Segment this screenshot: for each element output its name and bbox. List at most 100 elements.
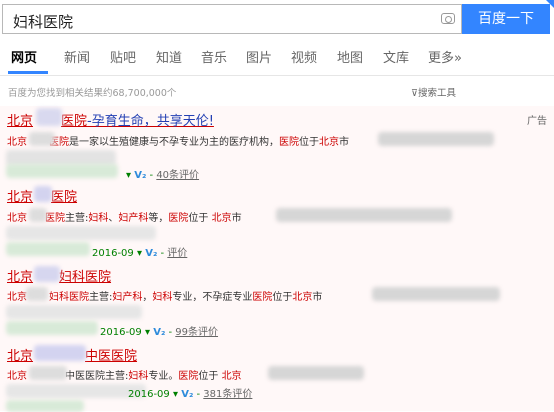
tab-wenku[interactable]: 文库 [383, 47, 409, 66]
result-date: 2016-09 [92, 248, 134, 259]
redaction-blur [6, 164, 118, 178]
snippet-part: 位于 [299, 137, 319, 148]
snippet-part: 妇科医院 [49, 292, 89, 303]
result-meta: 2016-09 ▾ V₂ - 99条评价 [100, 327, 219, 338]
result-title-part: 中医医院 [85, 349, 138, 364]
snippet-part: 位于 [272, 292, 293, 303]
snippet-part: 妇科 [152, 292, 173, 303]
result-snippet: 北京 医院是一家以生殖健康与不孕专业为主的医疗机构，医院位于北京市 [7, 133, 349, 148]
review-link[interactable]: 99条评价 [175, 327, 218, 338]
result-title-slogan: -孕育生命，共享天伦! [87, 114, 214, 129]
tab-zhidao[interactable]: 知道 [156, 47, 182, 66]
snippet-part: 主营: [65, 213, 89, 224]
snippet-part: 医院 [279, 137, 299, 148]
tab-music[interactable]: 音乐 [201, 47, 227, 66]
result-title-part: 妇科医院 [59, 270, 112, 285]
snippet-part: 医院 [45, 213, 65, 224]
tab-tieba[interactable]: 贴吧 [110, 47, 136, 66]
result-title-part: 医院 [61, 114, 88, 129]
snippet-part: 北京 [221, 371, 242, 382]
result-title-part: 北京 [7, 270, 34, 285]
snippet-part: 北京 [292, 292, 313, 303]
tab-more[interactable]: 更多» [428, 47, 462, 66]
snippet-part: 中医医院主营: [65, 371, 129, 382]
result-snippet: 北京 妇科医院主营:妇产科，妇科专业，不孕症专业医院位于北京市 [7, 288, 322, 303]
snippet-part: 北京 [7, 292, 27, 303]
snippet-part: 北京 [7, 213, 27, 224]
search-header: 妇科医院 百度一下 [0, 0, 554, 36]
snippet-part: 主营: [89, 292, 113, 303]
review-link[interactable]: 40条评价 [156, 170, 199, 181]
camera-icon[interactable] [441, 13, 455, 24]
result-meta: ▾ V₂ - 40条评价 [126, 170, 200, 181]
redaction-blur [34, 186, 52, 202]
search-tabs: 网页 新闻 贴吧 知道 音乐 图片 视频 地图 文库 更多» [0, 37, 554, 76]
snippet-part: 等， [148, 213, 169, 224]
snippet-part: 妇科 [88, 213, 109, 224]
snippet-part: 市 [231, 213, 242, 224]
caret-down-icon[interactable]: ▾ [173, 389, 178, 400]
search-tools-label: 搜索工具 [417, 88, 456, 99]
snippet-part: 是一家以生殖健康与不孕专业为主的医疗机构， [69, 137, 279, 148]
snippet-part: 、 [108, 213, 119, 224]
redaction-blur [34, 266, 60, 282]
snippet-part: 妇产科 [118, 213, 149, 224]
redaction-blur [29, 208, 47, 222]
redaction-blur [6, 384, 146, 398]
v2-badge-icon[interactable]: V₂ [134, 170, 146, 181]
v2-badge-icon[interactable]: V₂ [145, 248, 157, 259]
corner-decoration [546, 0, 554, 8]
caret-down-icon[interactable]: ▾ [126, 170, 131, 181]
snippet-part: 医院 [178, 371, 199, 382]
result-title-part: 北京 [7, 190, 34, 205]
redaction-blur [29, 366, 67, 380]
search-tools-button[interactable]: ⊽搜索工具 [411, 85, 456, 99]
result-date: 2016-09 [128, 389, 170, 400]
review-link[interactable]: 评价 [167, 248, 187, 259]
redaction-blur [36, 108, 62, 126]
redaction-blur [378, 132, 494, 146]
snippet-part: 医院 [252, 292, 273, 303]
snippet-part: 市 [312, 292, 323, 303]
tab-map[interactable]: 地图 [337, 47, 363, 66]
filter-icon: ⊽ [411, 88, 418, 99]
snippet-part: 北京 [211, 213, 232, 224]
review-link[interactable]: 381条评价 [203, 389, 252, 400]
search-input[interactable]: 妇科医院 [2, 4, 462, 34]
tab-video[interactable]: 视频 [291, 47, 317, 66]
caret-down-icon[interactable]: ▾ [137, 248, 142, 259]
redaction-blur [6, 242, 90, 256]
results-list: 广告 北京 医院-孕育生命，共享天伦! 北京 医院是一家以生殖健康与不孕专业为主的医… [0, 106, 554, 412]
snippet-part: 妇科 [128, 371, 149, 382]
snippet-part: 专业，不孕症专业 [172, 292, 253, 303]
result-date: 2016-09 [100, 327, 142, 338]
v2-badge-icon[interactable]: V₂ [181, 389, 193, 400]
result-title-part: 医院 [51, 190, 78, 205]
search-query-text: 妇科医院 [13, 13, 74, 31]
snippet-part: 市 [339, 137, 349, 148]
tab-web[interactable]: 网页 [11, 47, 37, 66]
redaction-blur [34, 345, 86, 361]
caret-down-icon[interactable]: ▾ [145, 327, 150, 338]
snippet-part: 妇产科 [112, 292, 143, 303]
redaction-blur [276, 208, 452, 222]
search-button[interactable]: 百度一下 [462, 4, 550, 34]
v2-badge-icon[interactable]: V₂ [153, 327, 165, 338]
result-title-part: 北京 [7, 114, 34, 129]
redaction-blur [6, 226, 156, 240]
snippet-part: 位于 [198, 371, 222, 382]
ad-label: 广告 [527, 116, 547, 127]
tab-news[interactable]: 新闻 [64, 47, 90, 66]
snippet-part: 北京 [7, 137, 27, 148]
redaction-blur [268, 366, 364, 380]
tab-images[interactable]: 图片 [246, 47, 272, 66]
result-meta: 2016-09 ▾ V₂ - 评价 [92, 248, 188, 259]
result-title-part: 北京 [7, 349, 34, 364]
snippet-part: 专业。 [148, 371, 179, 382]
snippet-part: 位于 [188, 213, 212, 224]
redaction-blur [6, 321, 98, 335]
active-tab-indicator [8, 71, 48, 74]
snippet-part: 北京 [319, 137, 339, 148]
snippet-part: ， [142, 292, 153, 303]
snippet-part: 北京 [7, 371, 27, 382]
